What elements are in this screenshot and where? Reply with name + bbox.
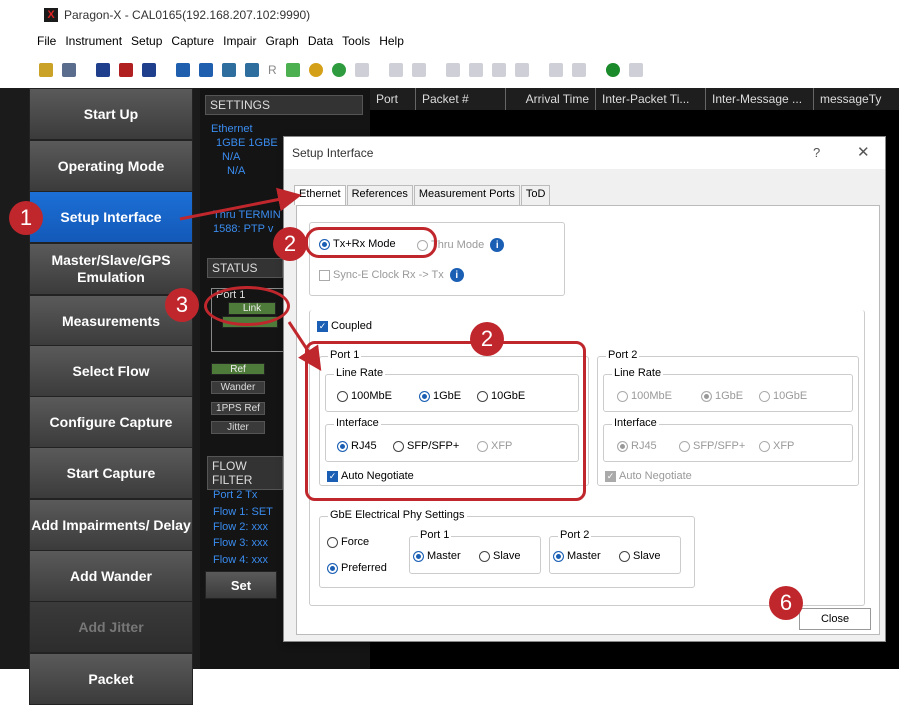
callout-badge-1: 1: [9, 201, 43, 235]
callout-badge-2b: 2: [470, 322, 504, 356]
callout-arrows: [179, 187, 322, 372]
port1-highlight: [305, 341, 586, 501]
callout-badge-3: 3: [165, 288, 199, 322]
callout-badge-2a: 2: [273, 227, 307, 261]
tx-rx-highlight: [305, 227, 437, 258]
callout-arrow-1: [179, 187, 302, 221]
status-highlight: [204, 286, 290, 326]
callout-badge-6: 6: [769, 586, 803, 620]
